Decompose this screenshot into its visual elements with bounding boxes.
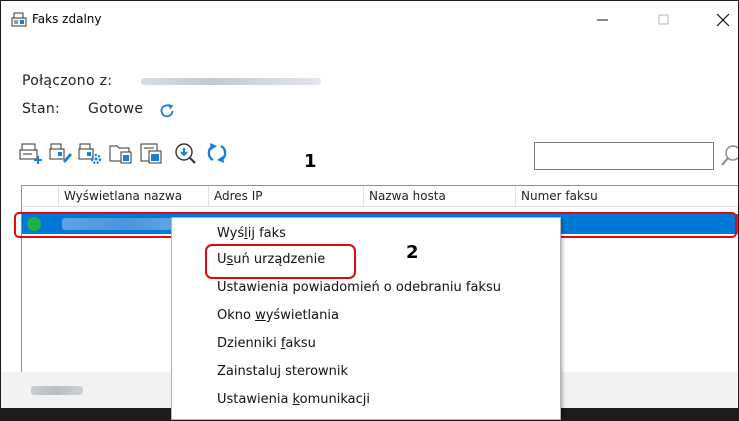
maximize-icon [658,14,669,25]
status-bar-text [31,386,83,395]
search-input[interactable] [534,142,714,170]
menu-item-fax-receipt-notification[interactable]: Ustawienia powiadomień o odebraniu faksu [217,280,501,295]
edit-device-icon[interactable] [49,141,73,165]
search-icon[interactable] [721,144,739,166]
list-header: Wyświetlana nazwa Adres IP Nazwa hosta N… [22,186,738,207]
column-ip-address[interactable]: Adres IP [208,186,363,206]
column-fax-number[interactable]: Numer faksu [515,186,738,206]
minimize-icon [597,19,608,21]
menu-item-send-fax[interactable]: Wyślij faks [217,226,286,241]
add-device-icon[interactable] [19,141,43,165]
column-host-name[interactable]: Nazwa hosta [363,186,515,206]
column-display-name[interactable]: Wyświetlana nazwa [58,186,208,206]
connected-host-value [141,78,321,85]
minimize-button[interactable] [581,7,625,33]
fax-list-icon[interactable] [139,141,163,165]
maximize-button[interactable] [642,7,686,33]
step-marker-2: 2 [406,242,419,263]
menu-item-fax-logs[interactable]: Dzienniki faksu [217,336,316,351]
menu-item-communication-settings[interactable]: Ustawienia komunikacji [217,392,370,407]
title-bar: Faks zdalny [1,1,738,35]
fax-icon [11,12,27,27]
connected-label: Połączono z: [22,73,113,89]
state-label: Stan: [22,101,61,117]
step-marker-1: 1 [304,151,317,172]
state-value: Gotowe [88,101,144,117]
remote-fax-window: Faks zdalny Połączono z: Stan: Gotowe 1 … [0,0,739,421]
refresh-icon[interactable] [158,102,176,120]
menu-item-display-window[interactable]: Okno wyświetlania [217,308,339,323]
close-button[interactable] [701,7,738,33]
delete-highlight-annotation [205,244,356,279]
menu-item-install-driver[interactable]: Zainstaluj sterownik [217,364,348,379]
device-settings-icon[interactable] [78,141,102,165]
fax-log-icon[interactable] [109,141,133,165]
close-icon [716,13,730,27]
window-title: Faks zdalny [32,12,102,26]
find-device-icon[interactable] [173,141,197,165]
refresh-all-icon[interactable] [205,141,229,165]
